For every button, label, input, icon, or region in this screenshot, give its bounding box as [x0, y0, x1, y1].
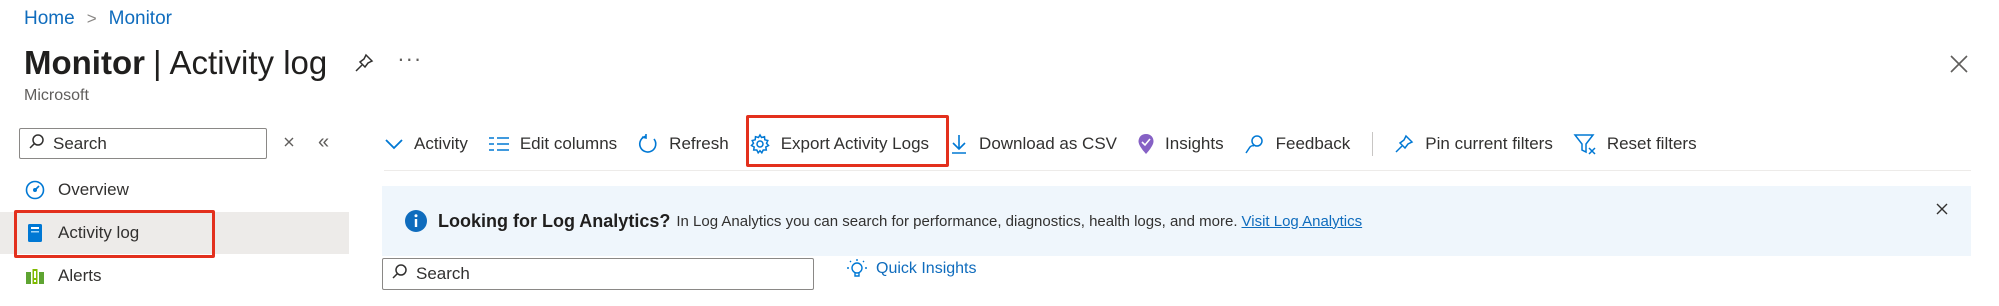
- insights-label: Insights: [1165, 134, 1224, 153]
- collapse-nav-button[interactable]: «: [318, 131, 329, 154]
- toolbar-divider: [1372, 132, 1374, 156]
- alerts-icon: [24, 265, 46, 287]
- nav-search-box[interactable]: [19, 128, 267, 159]
- feedback-label: Feedback: [1275, 134, 1351, 153]
- more-options-button[interactable]: ···: [397, 46, 422, 72]
- breadcrumb: Home > Monitor: [24, 8, 172, 30]
- reset-filters-button[interactable]: Reset filters: [1573, 133, 1697, 155]
- sidebar-item-label: Alerts: [58, 266, 102, 285]
- export-activity-logs-button[interactable]: Export Activity Logs: [749, 133, 929, 155]
- lightbulb-icon: [846, 258, 868, 280]
- page-title-blade: Activity log: [169, 44, 328, 81]
- sidebar-item-activity-log[interactable]: Activity log: [0, 212, 349, 254]
- insights-icon: [1137, 133, 1155, 155]
- sidebar-item-label: Overview: [58, 180, 129, 199]
- activity-log-icon: [24, 222, 46, 244]
- page-title-service: Monitor: [24, 44, 145, 81]
- quick-insights-label: Quick Insights: [876, 260, 977, 277]
- close-icon[interactable]: [1935, 202, 1949, 220]
- nav-search-input[interactable]: [53, 133, 253, 154]
- reset-filters-label: Reset filters: [1606, 134, 1697, 153]
- sidebar-item-alerts[interactable]: Alerts: [0, 255, 349, 297]
- pin-icon: [1393, 133, 1415, 155]
- quick-insights-link[interactable]: Quick Insights: [846, 258, 976, 280]
- activity-button[interactable]: Activity: [384, 134, 468, 154]
- search-icon: [391, 263, 408, 285]
- refresh-button[interactable]: Refresh: [637, 133, 729, 155]
- activity-search-input[interactable]: [416, 264, 796, 284]
- info-icon: [404, 209, 428, 233]
- refresh-icon: [637, 133, 659, 155]
- visit-log-analytics-link[interactable]: Visit Log Analytics: [1242, 213, 1363, 230]
- filter-reset-icon: [1573, 133, 1597, 155]
- refresh-label: Refresh: [669, 134, 729, 153]
- chevron-down-icon: [384, 137, 404, 151]
- insights-button[interactable]: Insights: [1137, 133, 1224, 155]
- page-subtitle: Microsoft: [24, 87, 89, 104]
- clear-search-icon[interactable]: [282, 135, 296, 154]
- command-bar: Activity Edit columns Refresh Export Act…: [384, 128, 1717, 160]
- monitor-activity-log-page: Home > Monitor Monitor | Activity log ··· …: [0, 0, 1999, 306]
- breadcrumb-monitor[interactable]: Monitor: [109, 8, 172, 30]
- pin-icon[interactable]: [353, 52, 375, 74]
- close-icon[interactable]: [1947, 52, 1971, 81]
- banner-title: Looking for Log Analytics?: [438, 210, 671, 231]
- page-header: Monitor | Activity log ···: [24, 44, 422, 82]
- sidebar-item-overview[interactable]: Overview: [0, 169, 349, 211]
- page-title-separator: |: [152, 44, 162, 81]
- page-title: Monitor | Activity log: [24, 44, 327, 82]
- feedback-icon: [1244, 133, 1266, 155]
- feedback-button[interactable]: Feedback: [1244, 133, 1351, 155]
- pin-current-filters-button[interactable]: Pin current filters: [1393, 133, 1553, 155]
- columns-icon: [488, 136, 510, 152]
- breadcrumb-separator: >: [86, 9, 97, 28]
- edit-columns-button[interactable]: Edit columns: [488, 134, 617, 154]
- gear-icon: [749, 133, 771, 155]
- log-analytics-info-banner: Looking for Log Analytics? In Log Analyt…: [382, 186, 1971, 256]
- download-csv-label: Download as CSV: [979, 134, 1118, 153]
- search-icon: [28, 133, 45, 155]
- sidebar-item-label: Activity log: [58, 223, 140, 242]
- activity-label: Activity: [414, 134, 468, 153]
- breadcrumb-home[interactable]: Home: [24, 8, 75, 30]
- overview-icon: [24, 179, 46, 201]
- activity-search-box[interactable]: [382, 258, 814, 290]
- export-activity-logs-label: Export Activity Logs: [780, 134, 930, 153]
- download-icon: [949, 133, 969, 155]
- toolbar-separator-line: [384, 170, 1971, 171]
- download-csv-button[interactable]: Download as CSV: [949, 133, 1117, 155]
- banner-text: In Log Analytics you can search for perf…: [676, 212, 1238, 230]
- pin-current-filters-label: Pin current filters: [1425, 134, 1553, 153]
- edit-columns-label: Edit columns: [519, 134, 618, 153]
